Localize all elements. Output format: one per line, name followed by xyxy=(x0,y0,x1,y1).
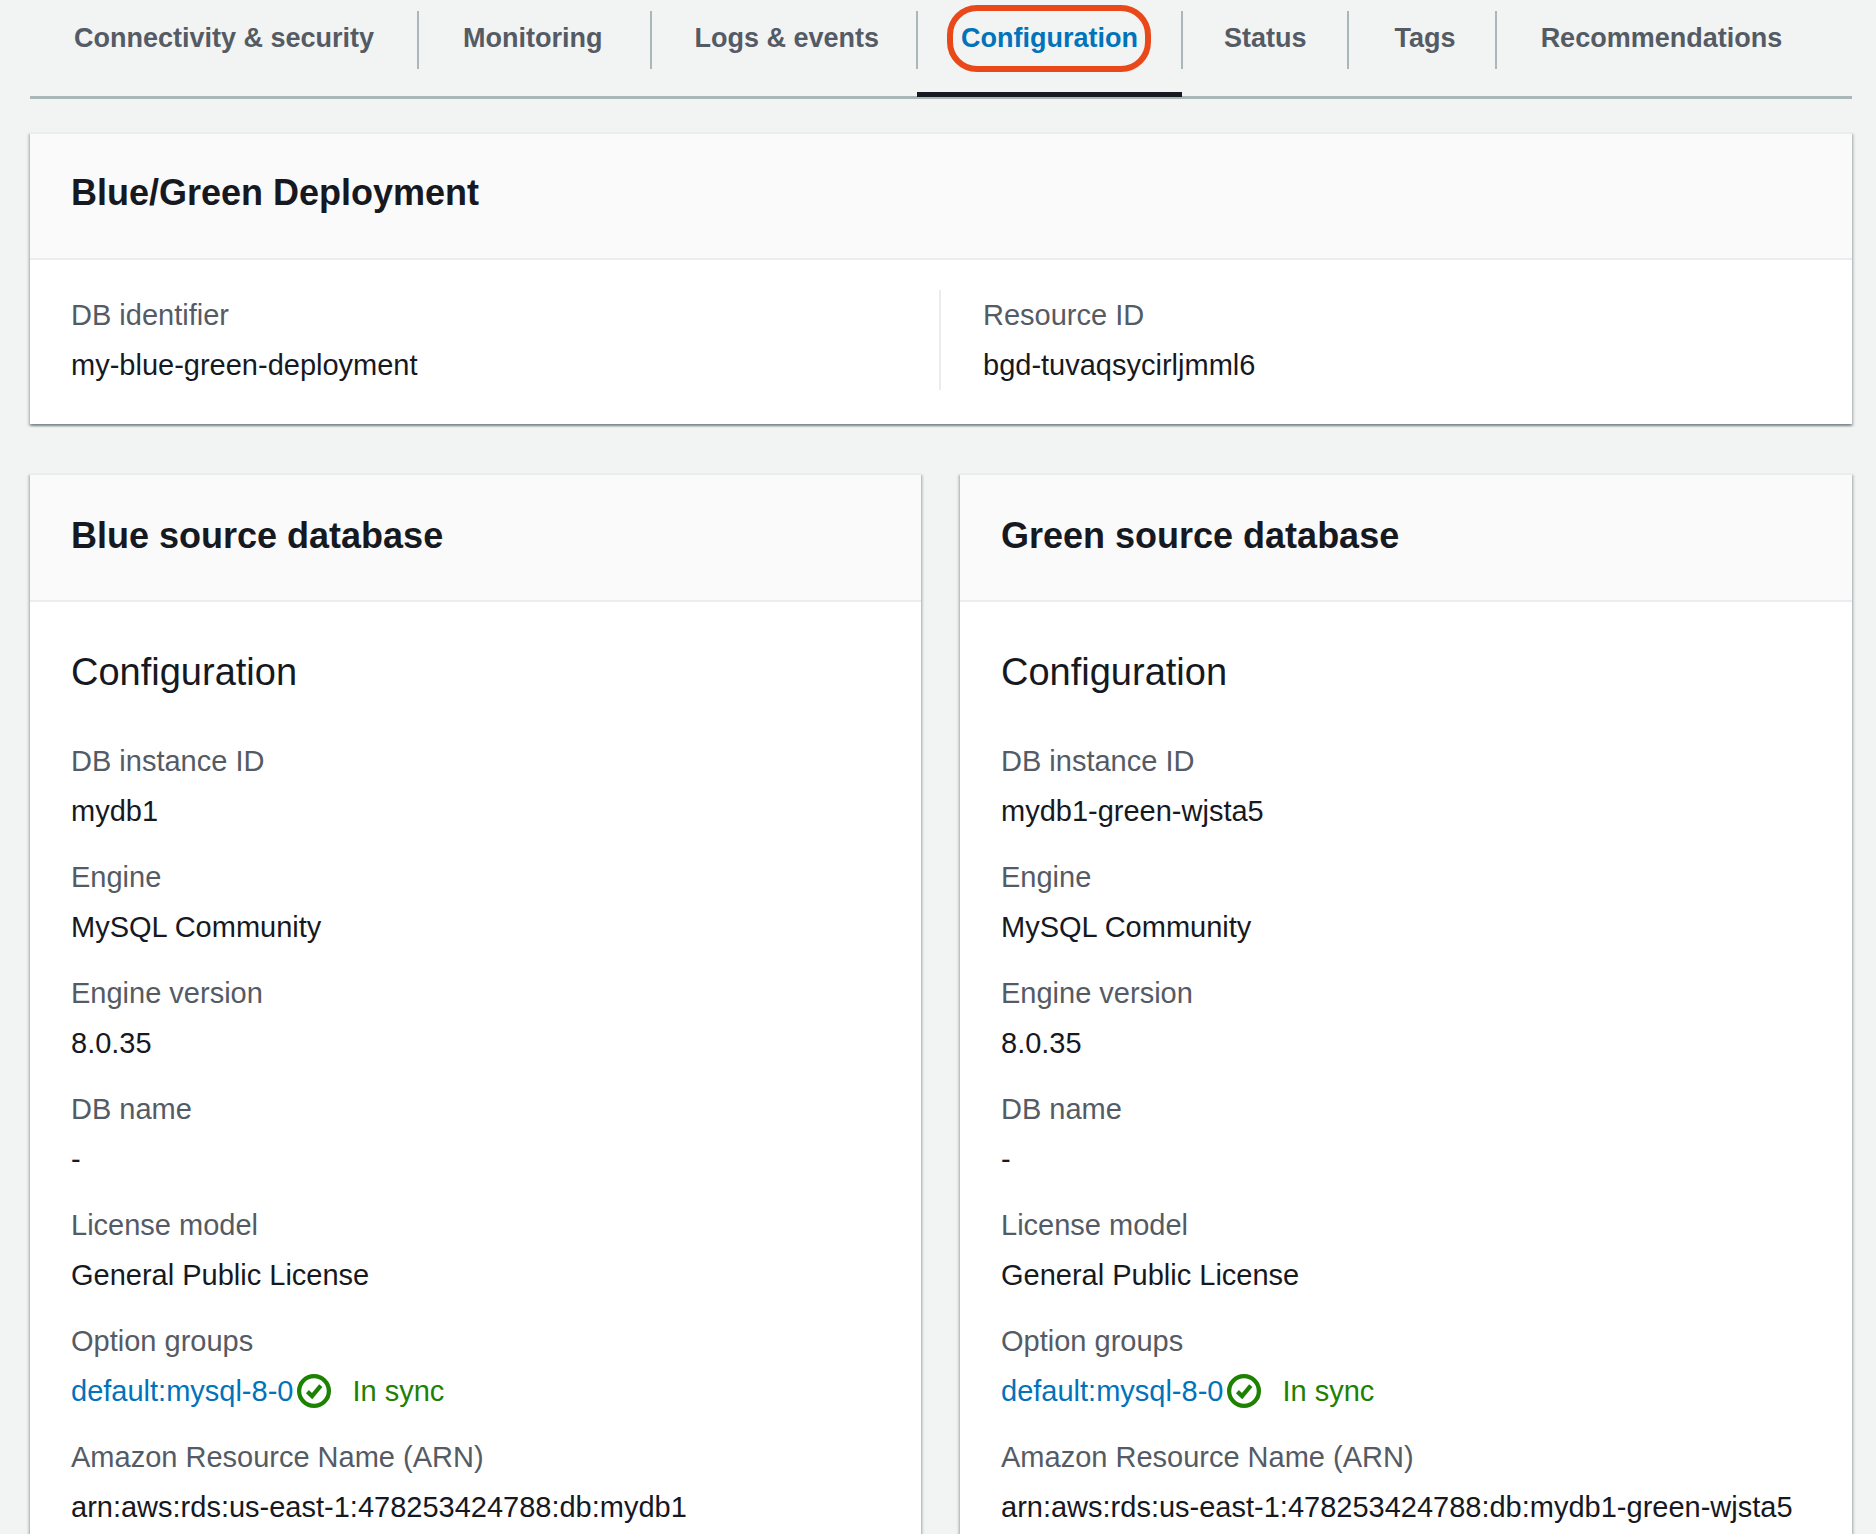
field-label: Engine version xyxy=(71,973,880,1013)
green-card-title: Green source database xyxy=(1001,512,1811,560)
field-db-name: DB name - xyxy=(1001,1089,1811,1179)
field-value: - xyxy=(71,1139,880,1179)
field-value: 8.0.35 xyxy=(1001,1023,1811,1063)
field-value: - xyxy=(1001,1139,1811,1179)
field-label: DB name xyxy=(1001,1089,1811,1129)
blue-source-database-card: Blue source database Configuration DB in… xyxy=(30,473,921,1534)
field-engine-version: Engine version 8.0.35 xyxy=(1001,973,1811,1063)
field-label: Amazon Resource Name (ARN) xyxy=(71,1437,880,1477)
field-value: arn:aws:rds:us-east-1:478253424788:db:my… xyxy=(1001,1487,1811,1527)
tab-connectivity-security[interactable]: Connectivity & security xyxy=(30,0,418,69)
field-label: Amazon Resource Name (ARN) xyxy=(1001,1437,1811,1477)
tab-configuration[interactable]: Configuration xyxy=(917,0,1182,69)
field-value: mydb1 xyxy=(71,791,880,831)
field-db-name: DB name - xyxy=(71,1089,880,1179)
field-option-groups: Option groups default:mysql-8-0 In sync xyxy=(71,1321,880,1411)
field-value: MySQL Community xyxy=(71,907,880,947)
field-license-model: License model General Public License xyxy=(71,1205,880,1295)
green-card-body: Configuration DB instance ID mydb1-green… xyxy=(960,602,1852,1534)
field-arn: Amazon Resource Name (ARN) arn:aws:rds:u… xyxy=(71,1437,880,1527)
field-value: mydb1-green-wjsta5 xyxy=(1001,791,1811,831)
field-db-instance-id: DB instance ID mydb1 xyxy=(71,741,880,831)
deployment-card-title: Blue/Green Deployment xyxy=(71,169,1811,217)
field-engine: Engine MySQL Community xyxy=(1001,857,1811,947)
tab-tags[interactable]: Tags xyxy=(1348,0,1496,69)
deployment-card-body: DB identifier my-blue-green-deployment R… xyxy=(30,260,1852,424)
in-sync-check-icon xyxy=(1227,1374,1261,1408)
field-value: General Public License xyxy=(1001,1255,1811,1295)
deployment-summary-card: Blue/Green Deployment DB identifier my-b… xyxy=(30,132,1852,424)
field-value: arn:aws:rds:us-east-1:478253424788:db:my… xyxy=(71,1487,880,1527)
option-group-link[interactable]: default:mysql-8-0 xyxy=(1001,1371,1223,1411)
db-identifier-field: DB identifier my-blue-green-deployment xyxy=(71,290,941,390)
in-sync-status-text: In sync xyxy=(1282,1371,1374,1411)
field-engine-version: Engine version 8.0.35 xyxy=(71,973,880,1063)
rds-configuration-page: Connectivity & security Monitoring Logs … xyxy=(0,0,1876,1534)
option-groups-row: default:mysql-8-0 In sync xyxy=(1001,1371,1811,1411)
tab-configuration-label: Configuration xyxy=(961,23,1138,53)
field-arn: Amazon Resource Name (ARN) arn:aws:rds:u… xyxy=(1001,1437,1811,1527)
blue-card-body: Configuration DB instance ID mydb1 Engin… xyxy=(30,602,921,1534)
field-label: Option groups xyxy=(1001,1321,1811,1361)
field-label: DB instance ID xyxy=(71,741,880,781)
blue-configuration-heading: Configuration xyxy=(71,648,880,696)
field-option-groups: Option groups default:mysql-8-0 In sync xyxy=(1001,1321,1811,1411)
in-sync-check-icon xyxy=(297,1374,331,1408)
field-engine: Engine MySQL Community xyxy=(71,857,880,947)
resource-id-field: Resource ID bgd-tuvaqsycirljmml6 xyxy=(941,290,1811,390)
field-label: License model xyxy=(1001,1205,1811,1245)
blue-card-header: Blue source database xyxy=(30,475,921,602)
field-label: License model xyxy=(71,1205,880,1245)
field-label: DB instance ID xyxy=(1001,741,1811,781)
field-value: MySQL Community xyxy=(1001,907,1811,947)
tab-logs-events[interactable]: Logs & events xyxy=(651,0,918,69)
field-label: DB name xyxy=(71,1089,880,1129)
field-license-model: License model General Public License xyxy=(1001,1205,1811,1295)
field-value: 8.0.35 xyxy=(71,1023,880,1063)
field-label: Engine xyxy=(1001,857,1811,897)
tab-monitoring[interactable]: Monitoring xyxy=(418,0,650,69)
option-groups-row: default:mysql-8-0 In sync xyxy=(71,1371,880,1411)
field-value: General Public License xyxy=(71,1255,880,1295)
blue-card-title: Blue source database xyxy=(71,512,880,560)
green-source-database-card: Green source database Configuration DB i… xyxy=(960,473,1852,1534)
green-card-header: Green source database xyxy=(960,475,1852,602)
deployment-card-header: Blue/Green Deployment xyxy=(30,134,1852,260)
option-group-link[interactable]: default:mysql-8-0 xyxy=(71,1371,293,1411)
resource-id-value: bgd-tuvaqsycirljmml6 xyxy=(983,345,1811,385)
tab-list: Connectivity & security Monitoring Logs … xyxy=(30,0,1852,69)
tab-recommendations[interactable]: Recommendations xyxy=(1496,0,1827,69)
field-db-instance-id: DB instance ID mydb1-green-wjsta5 xyxy=(1001,741,1811,831)
tab-bar: Connectivity & security Monitoring Logs … xyxy=(30,0,1852,99)
db-identifier-label: DB identifier xyxy=(71,295,899,335)
db-identifier-value: my-blue-green-deployment xyxy=(71,345,899,385)
field-label: Engine xyxy=(71,857,880,897)
field-label: Engine version xyxy=(1001,973,1811,1013)
green-configuration-heading: Configuration xyxy=(1001,648,1811,696)
resource-id-label: Resource ID xyxy=(983,295,1811,335)
field-label: Option groups xyxy=(71,1321,880,1361)
tab-status[interactable]: Status xyxy=(1182,0,1348,69)
in-sync-status-text: In sync xyxy=(352,1371,444,1411)
